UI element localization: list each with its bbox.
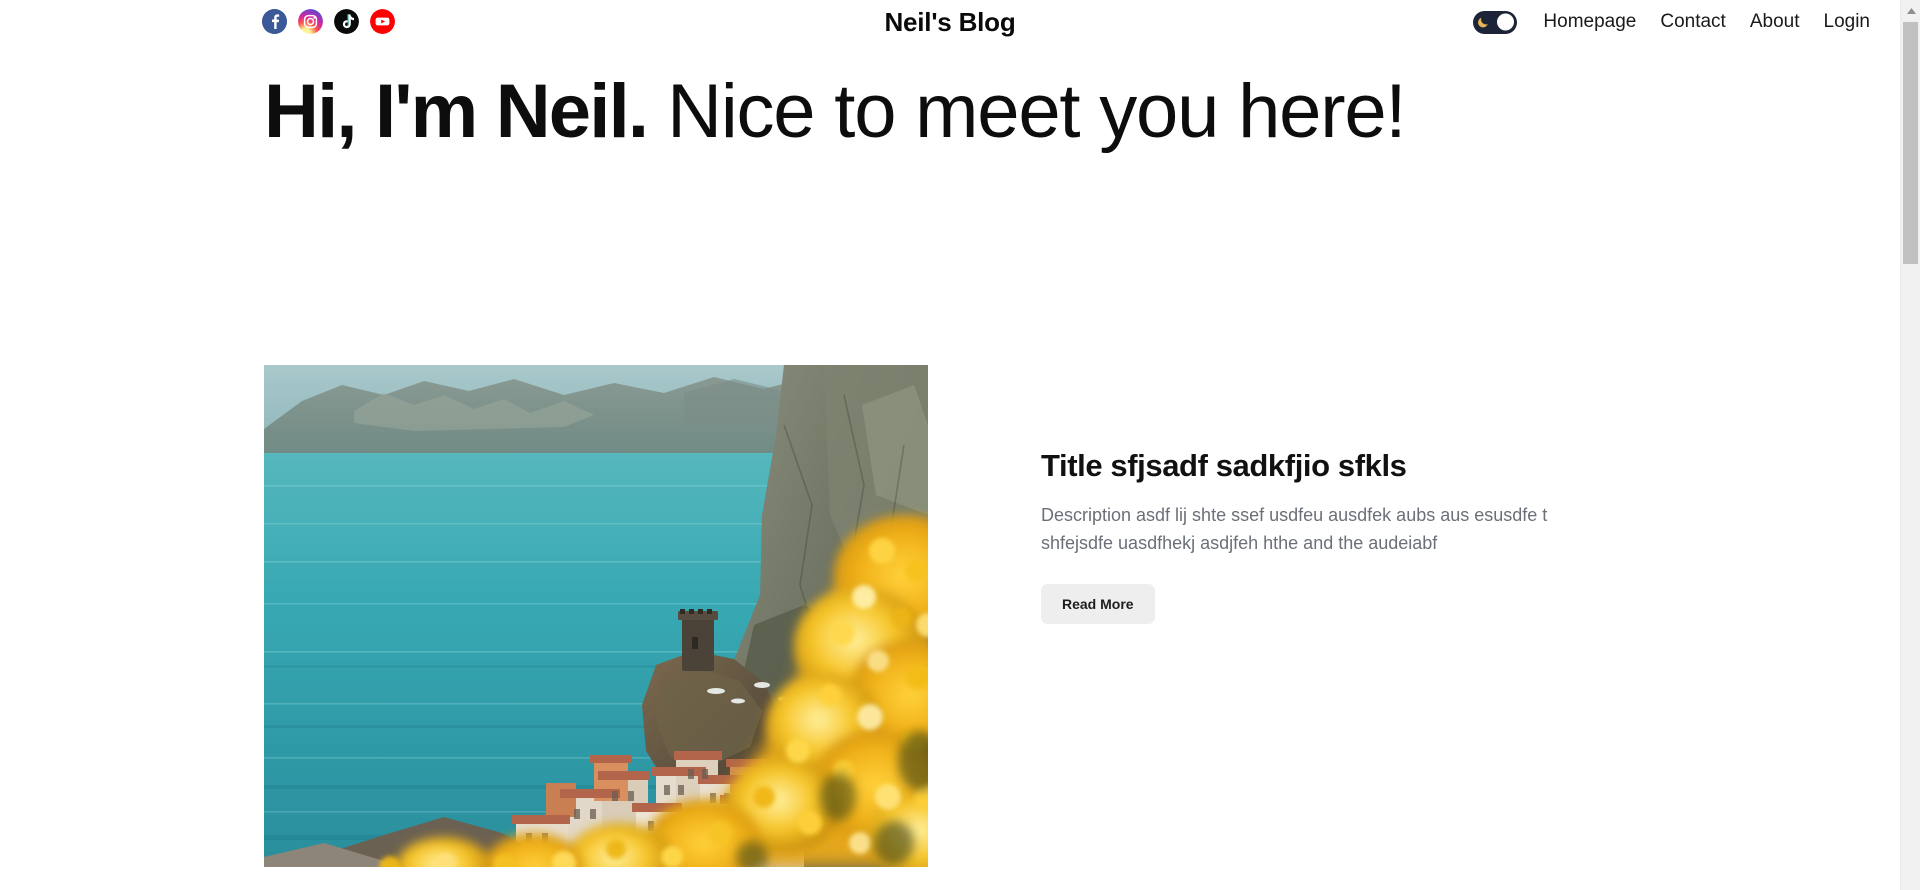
article-text: Title sfjsadf sadkfjio sfkls Description… — [928, 365, 1604, 624]
toggle-knob — [1497, 13, 1515, 31]
nav-link-contact[interactable]: Contact — [1660, 11, 1725, 32]
page-root: Neil's Blog Homepage Contact About Login — [0, 0, 1920, 890]
site-header: Neil's Blog Homepage Contact About Login — [0, 0, 1900, 44]
main-nav: Homepage Contact About Login — [1543, 11, 1870, 33]
page-viewport: Neil's Blog Homepage Contact About Login — [0, 0, 1900, 890]
article-description: Description asdf lij shte ssef usdfeu au… — [1041, 504, 1548, 553]
coastal-village-photo — [264, 365, 928, 867]
nav-item-login[interactable]: Login — [1824, 11, 1871, 33]
hero-section: Hi, I'm Neil. Nice to meet you here! — [264, 66, 1584, 159]
nav-link-about[interactable]: About — [1750, 11, 1800, 32]
hero-heading-strong: Hi, I'm Neil. — [264, 69, 649, 154]
nav-link-login[interactable]: Login — [1824, 11, 1871, 32]
article-thumbnail[interactable] — [264, 365, 928, 867]
article-title: Title sfjsadf sadkfjio sfkls — [1041, 448, 1407, 483]
scroll-up-arrow-icon[interactable] — [1901, 4, 1920, 18]
scrollbar-thumb[interactable] — [1903, 22, 1918, 264]
moon-icon — [1477, 16, 1490, 29]
vertical-scrollbar[interactable] — [1900, 0, 1920, 890]
nav-item-about[interactable]: About — [1750, 11, 1800, 33]
nav-item-contact[interactable]: Contact — [1660, 11, 1725, 33]
hero-heading: Hi, I'm Neil. Nice to meet you here! — [264, 66, 1584, 159]
nav-link-homepage[interactable]: Homepage — [1543, 11, 1636, 32]
hero-heading-rest: Nice to meet you here! — [647, 69, 1406, 154]
article-card: Title sfjsadf sadkfjio sfkls Description… — [264, 365, 1604, 867]
nav-item-homepage[interactable]: Homepage — [1543, 11, 1636, 33]
header-right: Homepage Contact About Login — [1473, 0, 1870, 44]
read-more-button[interactable]: Read More — [1041, 583, 1155, 624]
dark-mode-toggle[interactable] — [1473, 10, 1518, 34]
